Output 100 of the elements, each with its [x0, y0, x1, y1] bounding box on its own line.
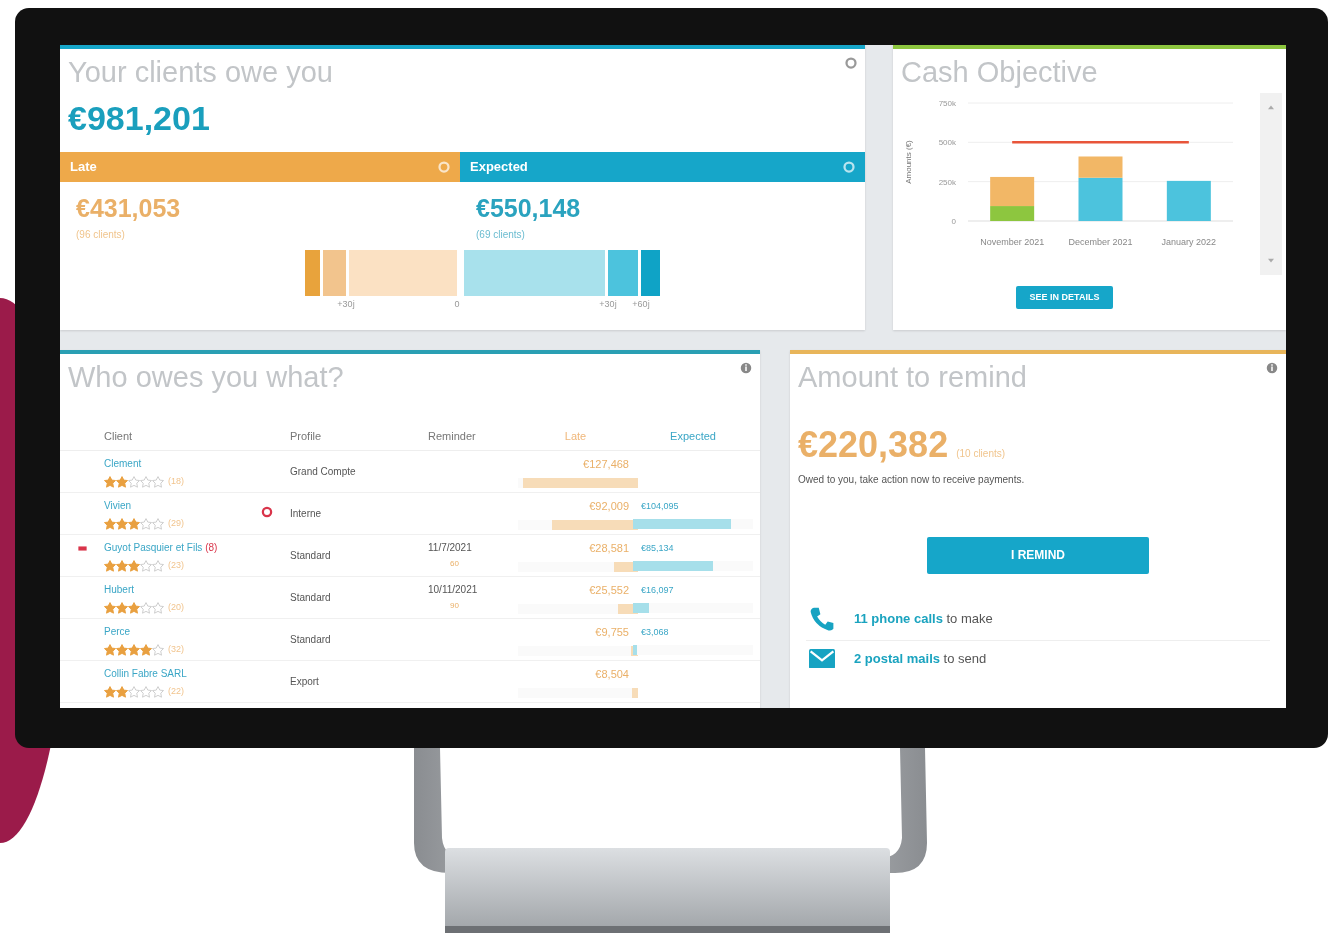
- column-header: Profile: [290, 429, 322, 442]
- late-aging-segment: [305, 250, 320, 297]
- rating-count: (18): [168, 475, 184, 489]
- empty-star-icon: [128, 476, 140, 489]
- remind-clients-count: (10 clients): [956, 446, 1006, 461]
- late-amount: €431,053: [76, 192, 182, 224]
- phone-icon: [809, 605, 835, 632]
- empty-star-icon: [128, 686, 140, 699]
- expected-amount: €3,068: [641, 627, 669, 638]
- column-header: Expected: [670, 429, 716, 442]
- empty-star-icon: [152, 518, 164, 531]
- filled-star-icon: [104, 518, 116, 531]
- late-amount: €8,504: [594, 667, 630, 683]
- rating-count: (29): [168, 517, 184, 531]
- filled-star-icon: [140, 644, 152, 657]
- filled-star-icon: [104, 686, 116, 699]
- rating-count: (23): [168, 559, 184, 573]
- expected-label: Expected: [470, 158, 528, 177]
- expected-clients-count: (69 clients): [476, 228, 526, 243]
- y-axis-title: Amounts (€): [904, 140, 913, 184]
- y-axis-tick-label: 250k: [938, 177, 956, 187]
- reminder-days: 60: [450, 559, 459, 569]
- filled-star-icon: [116, 518, 128, 531]
- profile-text: Standard: [290, 590, 331, 605]
- bar-segment: [1166, 180, 1211, 221]
- late-amount: €127,468: [582, 457, 630, 473]
- column-header: Late: [564, 429, 587, 442]
- late-amount: €28,581: [588, 541, 630, 557]
- column-header: Reminder: [428, 429, 476, 442]
- filled-star-icon: [128, 602, 140, 615]
- column-header: Client: [104, 429, 133, 442]
- filled-star-icon: [128, 560, 140, 573]
- client-link[interactable]: Vivien: [104, 500, 132, 512]
- empty-star-icon: [152, 560, 164, 573]
- expected-amount: €16,097: [641, 585, 674, 596]
- filled-star-icon: [104, 476, 116, 489]
- info-icon[interactable]: [740, 362, 752, 374]
- remind-description: Owed to you, take action now to receive payments.: [798, 472, 1026, 487]
- aging-tick-label: 0: [454, 298, 460, 312]
- empty-star-icon: [152, 644, 164, 657]
- client-link[interactable]: Hubert: [104, 584, 134, 596]
- reminder-date: 11/7/2021: [428, 541, 473, 556]
- client-link[interactable]: Collin Fabre SARL: [104, 668, 187, 680]
- remind-amount: €220,382: [798, 422, 949, 467]
- action-text: 11 phone calls to make: [854, 610, 993, 629]
- action-text: 2 postal mails to send: [854, 649, 987, 668]
- filled-star-icon: [104, 644, 116, 657]
- expected-amount: €85,134: [641, 543, 674, 554]
- info-icon[interactable]: [1266, 362, 1278, 374]
- card-title: Your clients owe you: [68, 57, 333, 89]
- filled-star-icon: [116, 644, 128, 657]
- aging-tick-label: +60j: [632, 298, 650, 312]
- profile-text: Export: [290, 674, 319, 689]
- client-link[interactable]: Guyot Pasquier et Fils: [104, 542, 203, 554]
- y-axis-tick-label: 500k: [938, 138, 956, 148]
- empty-star-icon: [140, 518, 152, 531]
- filled-star-icon: [116, 560, 128, 573]
- empty-star-icon: [152, 602, 164, 615]
- empty-star-icon: [140, 602, 152, 615]
- client-link[interactable]: Clement: [104, 458, 142, 470]
- rating-count: (32): [168, 643, 184, 657]
- aging-tick-label: +30j: [599, 298, 617, 312]
- late-amount: €9,755: [594, 625, 630, 641]
- late-amount: €92,009: [588, 499, 630, 515]
- filled-star-icon: [128, 518, 140, 531]
- total-amount: €981,201: [67, 97, 211, 139]
- empty-star-icon: [152, 476, 164, 489]
- expected-amount: €550,148: [476, 192, 581, 224]
- filled-star-icon: [116, 476, 128, 489]
- x-axis-tick-label: January 2022: [1161, 236, 1217, 248]
- filled-star-icon: [116, 686, 128, 699]
- remind-button[interactable]: I REMIND: [927, 536, 1149, 574]
- profile-text: Grand Compte: [290, 464, 356, 479]
- x-axis-tick-label: December 2021: [1068, 236, 1133, 248]
- client-link[interactable]: Perce: [104, 626, 131, 638]
- envelope-icon: [809, 648, 835, 669]
- late-clients-count: (96 clients): [76, 228, 126, 243]
- expected-amount: €104,095: [641, 501, 679, 512]
- empty-star-icon: [140, 560, 152, 573]
- aging-tick-label: +30j: [337, 298, 355, 312]
- card-title: Amount to remind: [798, 362, 1027, 394]
- late-label: Late: [70, 158, 97, 177]
- y-axis-tick-label: 750k: [938, 98, 956, 108]
- filled-star-icon: [104, 602, 116, 615]
- reminder-date: 10/11/2021: [428, 583, 479, 598]
- filled-star-icon: [104, 560, 116, 573]
- settings-icon[interactable]: [845, 57, 857, 69]
- rating-count: (22): [168, 685, 184, 699]
- card-title: Cash Objective: [900, 55, 1099, 89]
- late-amount: €25,552: [588, 583, 630, 599]
- y-axis-tick-label: 0: [951, 216, 956, 226]
- filled-star-icon: [128, 644, 140, 657]
- x-axis-tick-label: November 2021: [980, 236, 1045, 248]
- profile-text: Standard: [290, 548, 331, 563]
- see-details-button[interactable]: SEE IN DETAILS: [1015, 285, 1114, 310]
- profile-text: Interne: [290, 506, 322, 521]
- profile-text: Standard: [290, 632, 331, 647]
- empty-star-icon: [140, 686, 152, 699]
- empty-star-icon: [152, 686, 164, 699]
- scrollbar[interactable]: [1260, 92, 1282, 275]
